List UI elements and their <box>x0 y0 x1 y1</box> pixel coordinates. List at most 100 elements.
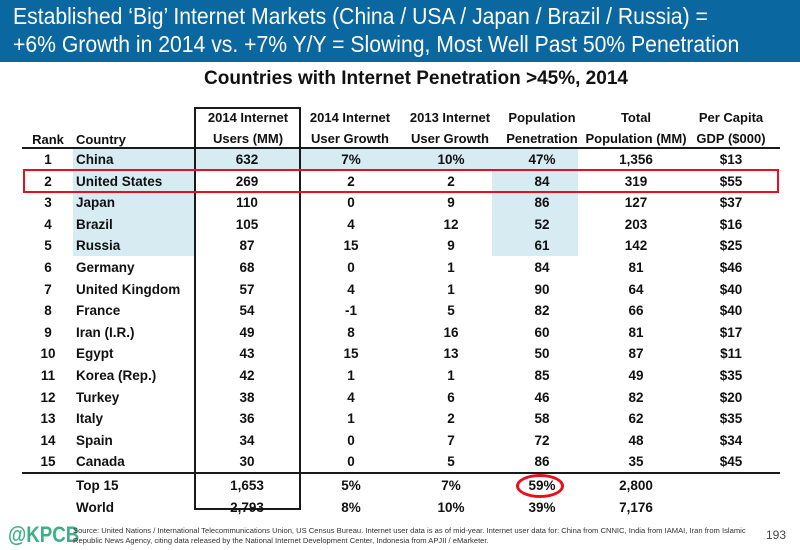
table-row: 13 Italy 36 1 2 58 62 $35 <box>0 408 800 430</box>
cell-country: Brazil <box>76 216 113 232</box>
cell-population: 7,176 <box>619 499 653 515</box>
cell-rank: 6 <box>44 260 52 275</box>
header-penetration-line1: Population <box>508 110 576 125</box>
cell-rank: 11 <box>40 368 56 383</box>
cell-users: 632 <box>235 152 259 167</box>
cell-country: China <box>76 152 114 167</box>
cell-penetration: 84 <box>534 260 550 275</box>
cell-gdp: $16 <box>719 216 743 232</box>
cell-penetration: 86 <box>534 195 550 211</box>
header-users-line2: Users (MM) <box>212 131 284 146</box>
cell-growth2014: 4 <box>347 389 355 405</box>
header-population-line2: Population (MM) <box>585 131 687 146</box>
header-growth-2014: 2014 Internet User Growth <box>300 107 400 149</box>
cell-gdp: $40 <box>719 281 743 297</box>
cell-users: 42 <box>239 368 255 383</box>
cell-population: 87 <box>628 346 644 362</box>
cell-gdp: $13 <box>719 152 743 167</box>
cell-users: 43 <box>239 346 255 362</box>
cell-gdp: $40 <box>719 303 743 319</box>
source-note: Source: United Nations / International T… <box>73 526 746 545</box>
table-row: 11 Korea (Rep.) 42 1 1 85 49 $35 <box>0 365 800 387</box>
cell-population: 49 <box>628 368 644 383</box>
cell-population: 1,356 <box>619 152 653 167</box>
users-box-top <box>194 107 301 109</box>
header-gdp: Per Capita GDP ($000) <box>690 107 772 149</box>
table-row: 10 Egypt 43 15 13 50 87 $11 <box>0 343 800 365</box>
cell-growth2014: 0 <box>347 454 355 470</box>
header-gdp-line1: Per Capita <box>698 110 764 125</box>
cell-users: 68 <box>239 260 255 275</box>
cell-growth2014: 4 <box>347 281 355 297</box>
table-row: 7 United Kingdom 57 4 1 90 64 $40 <box>0 279 800 301</box>
table-row: 3 Japan 110 0 9 86 127 $37 <box>0 192 800 214</box>
cell-users: 105 <box>235 216 259 232</box>
cell-rank: 9 <box>44 324 52 340</box>
cell-growth2013: 7 <box>447 432 455 448</box>
cell-population: 127 <box>624 195 648 211</box>
cell-penetration: 72 <box>534 432 550 448</box>
header-penetration-line2: Penetration <box>506 131 578 146</box>
cell-rank: 10 <box>40 346 56 362</box>
cell-growth2013: 5 <box>447 303 455 319</box>
totals-row: World 2,793 8% 10% 39% 7,176 <box>0 497 800 519</box>
cell-country: Egypt <box>76 346 114 362</box>
header-growth-2014-line2: User Growth <box>310 131 389 146</box>
cell-population: 2,800 <box>619 478 653 493</box>
cell-users: 34 <box>239 432 255 448</box>
cell-country: Spain <box>76 432 113 448</box>
table-row: 6 Germany 68 0 1 84 81 $46 <box>0 257 800 279</box>
cell-growth2014: 15 <box>343 346 359 362</box>
totals-row: Top 15 1,653 5% 7% 59% 2,800 <box>0 475 800 497</box>
cell-rank: 5 <box>44 238 52 254</box>
header-country-label: Country <box>76 132 126 147</box>
cell-gdp: $37 <box>719 195 743 211</box>
cell-gdp: $11 <box>720 346 742 362</box>
table-row: 1 China 632 7% 10% 47% 1,356 $13 <box>0 149 800 171</box>
cell-growth2013: 16 <box>443 324 459 340</box>
cell-gdp: $45 <box>719 454 743 470</box>
cell-growth2014: 0 <box>347 195 355 211</box>
cell-population: 64 <box>628 281 644 297</box>
cell-growth2014: 4 <box>347 216 355 232</box>
table-row: 14 Spain 34 0 7 72 48 $34 <box>0 430 800 452</box>
cell-rank: 4 <box>44 216 52 232</box>
cell-growth2014: 1 <box>347 368 355 383</box>
cell-growth2014: 1 <box>347 411 355 427</box>
cell-country: Italy <box>76 411 104 427</box>
header-rank-label: Rank <box>32 132 64 147</box>
cell-growth2013: 10% <box>437 499 465 515</box>
cell-gdp: $34 <box>719 432 743 448</box>
cell-country: France <box>76 303 121 319</box>
cell-growth2014: -1 <box>344 303 357 319</box>
cell-population: 203 <box>624 216 648 232</box>
cell-rank: 7 <box>44 281 52 297</box>
header-population: Total Population (MM) <box>578 107 694 149</box>
cell-users: 49 <box>239 324 255 340</box>
cell-penetration: 47% <box>528 152 556 167</box>
cell-population: 48 <box>628 432 644 448</box>
cell-penetration: 86 <box>534 454 550 470</box>
cell-penetration: 52 <box>534 216 550 232</box>
cell-users: 2,793 <box>230 499 264 515</box>
cell-penetration: 50 <box>534 346 550 362</box>
header-population-line1: Total <box>620 110 652 125</box>
kpcb-logo: @KPCB <box>8 522 80 547</box>
cell-penetration: 82 <box>534 303 550 319</box>
cell-population: 66 <box>628 303 644 319</box>
cell-rank: 12 <box>40 389 56 405</box>
cell-gdp: $25 <box>719 238 743 254</box>
cell-rank: 3 <box>44 195 52 211</box>
cell-country: Japan <box>76 195 116 211</box>
cell-growth2013: 9 <box>447 238 455 254</box>
cell-gdp: $20 <box>719 389 743 405</box>
cell-penetration: 39% <box>528 499 556 515</box>
cell-users: 110 <box>236 195 258 211</box>
cell-growth2014: 8 <box>347 324 355 340</box>
cell-country: Korea (Rep.) <box>76 368 157 383</box>
cell-penetration: 90 <box>534 281 550 297</box>
cell-growth2014: 0 <box>347 260 355 275</box>
cell-population: 81 <box>628 324 644 340</box>
table-row: 4 Brazil 105 4 12 52 203 $16 <box>0 214 800 236</box>
cell-growth2013: 12 <box>443 216 459 232</box>
